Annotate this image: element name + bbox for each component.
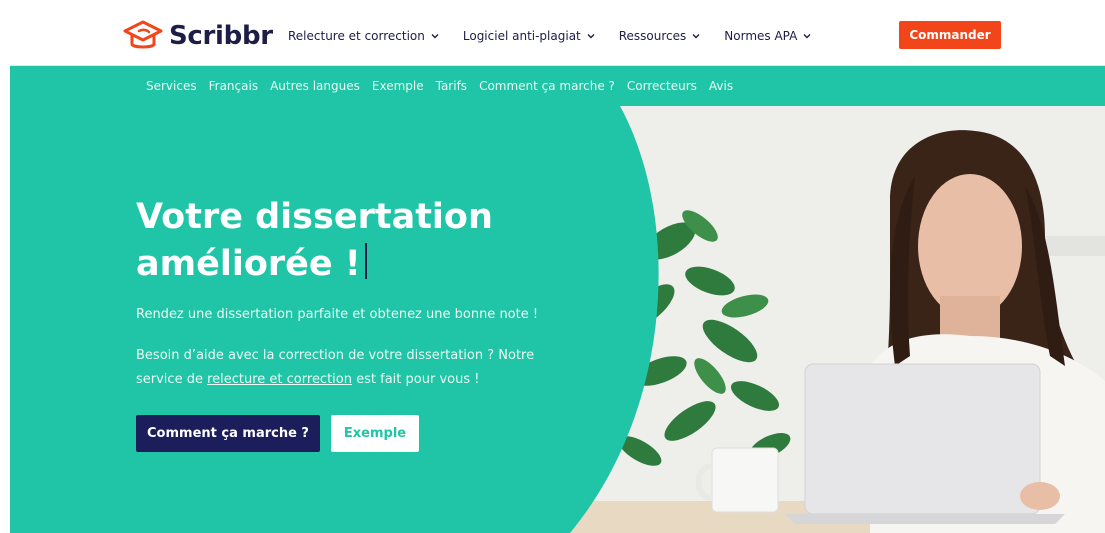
nav-item-relecture[interactable]: Relecture et correction [288, 29, 439, 43]
nav-item-label: Relecture et correction [288, 29, 425, 43]
nav-item-label: Logiciel anti-plagiat [462, 29, 581, 43]
hero-title-line1: Votre dissertation [136, 197, 493, 237]
subnav-item-exemple[interactable]: Exemple [372, 79, 424, 93]
main-nav: Relecture et correction Logiciel anti-pl… [288, 29, 811, 43]
subnav-item-francais[interactable]: Français [209, 79, 258, 93]
sub-nav: Services Français Autres langues Exemple… [10, 66, 1105, 106]
nav-item-anti-plagiat[interactable]: Logiciel anti-plagiat [463, 29, 595, 43]
how-it-works-button[interactable]: Comment ça marche ? [136, 415, 320, 452]
subnav-item-services[interactable]: Services [146, 79, 197, 93]
hero-subtitle: Rendez une dissertation parfaite et obte… [136, 307, 539, 322]
nav-item-label: Ressources [618, 29, 687, 43]
hero-desc-after: est fait pour vous ! [352, 372, 480, 387]
hero-description: Besoin d’aide avec la correction de votr… [136, 344, 556, 392]
example-button[interactable]: Exemple [331, 415, 419, 452]
order-button[interactable]: Commander [899, 21, 1001, 49]
hero-section: Votre dissertation améliorée ! Rendez un… [10, 106, 1105, 533]
subnav-item-autres-langues[interactable]: Autres langues [270, 79, 360, 93]
chevron-down-icon [431, 34, 439, 39]
subnav-item-tarifs[interactable]: Tarifs [436, 79, 467, 93]
hero-title: Votre dissertation améliorée ! [136, 194, 616, 288]
sub-nav-list: Services Français Autres langues Exemple… [146, 79, 733, 93]
logo-text: Scribbr [169, 21, 273, 51]
text-caret [364, 243, 367, 279]
hero-title-line2: améliorée ! [136, 244, 361, 284]
subnav-item-correcteurs[interactable]: Correcteurs [627, 79, 697, 93]
chevron-down-icon [692, 34, 700, 39]
graduation-cap-icon [123, 20, 163, 49]
hero-title-line2-wrap: améliorée ! [136, 241, 616, 288]
subnav-item-avis[interactable]: Avis [709, 79, 733, 93]
nav-item-label: Normes APA [724, 29, 798, 43]
subnav-item-comment-ca-marche[interactable]: Comment ça marche ? [479, 79, 615, 93]
site-header: Scribbr Relecture et correction Logiciel… [10, 5, 1105, 66]
nav-item-ressources[interactable]: Ressources [619, 29, 701, 43]
chevron-down-icon [803, 34, 811, 39]
chevron-down-icon [587, 34, 595, 39]
logo[interactable]: Scribbr [123, 19, 273, 53]
nav-item-normes-apa[interactable]: Normes APA [724, 29, 811, 43]
page: Scribbr Relecture et correction Logiciel… [0, 0, 1105, 533]
relecture-correction-link[interactable]: relecture et correction [207, 372, 352, 387]
